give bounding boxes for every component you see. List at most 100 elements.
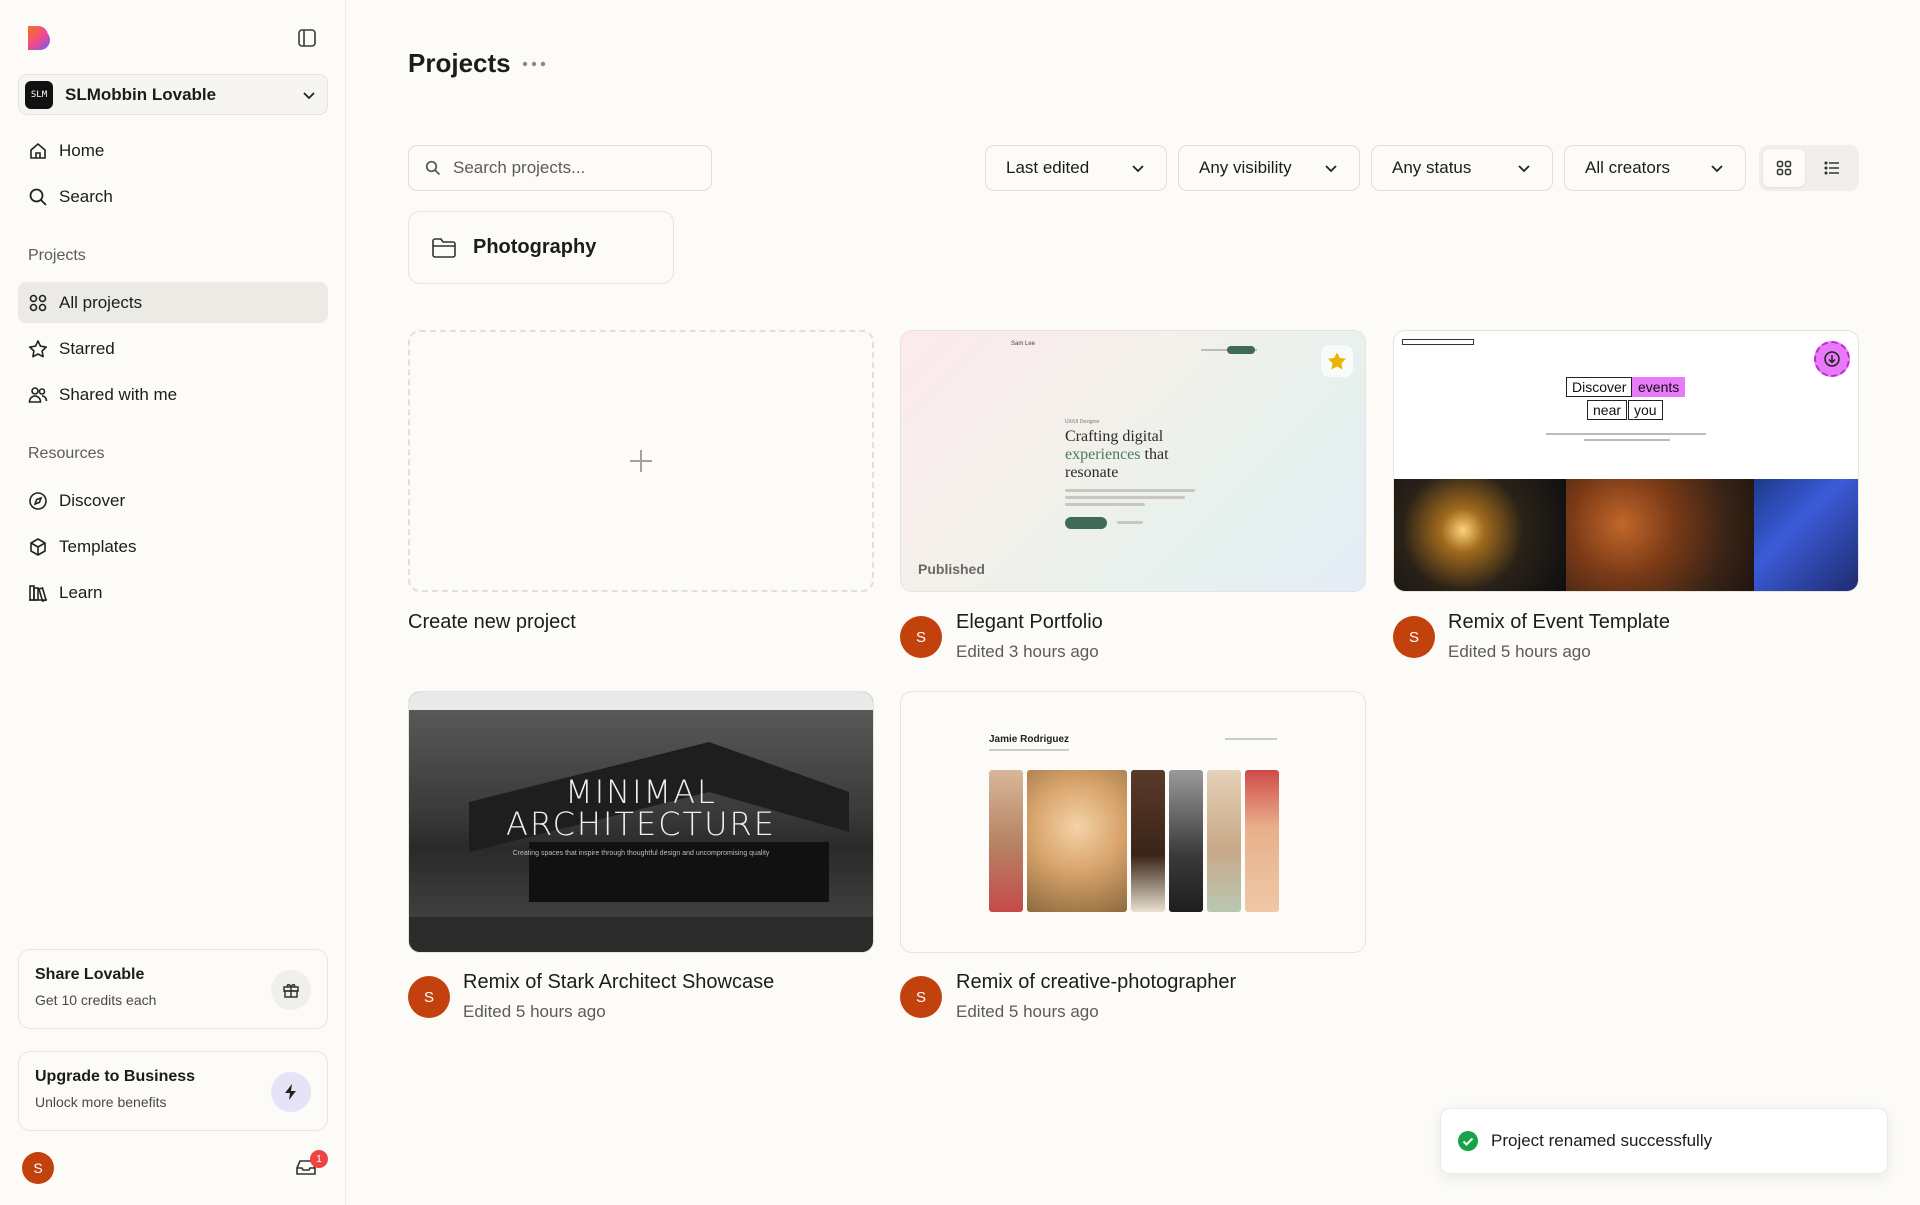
project-thumbnail-stark-architect[interactable]: MINIMAL ARCHITECTURE Creating spaces tha… — [408, 691, 874, 953]
preview-portrait — [1169, 770, 1203, 912]
workspace-switcher[interactable]: SLM SLMobbin Lovable — [18, 74, 328, 115]
plus-icon — [630, 450, 652, 472]
preview-photo-concert — [1394, 479, 1566, 591]
search-icon — [425, 160, 441, 176]
creators-dropdown[interactable]: All creators — [1564, 145, 1746, 191]
chevron-down-icon — [1711, 165, 1723, 173]
preview-architecture-sub: Creating spaces that inspire through tho… — [512, 850, 770, 857]
more-options-icon[interactable] — [520, 52, 548, 76]
nav-discover[interactable]: Discover — [18, 480, 328, 521]
project-title[interactable]: Remix of creative-photographer — [956, 971, 1236, 994]
preview-photographer-name: Jamie Rodriguez — [989, 734, 1070, 745]
check-circle-icon — [1458, 1131, 1478, 1151]
nav-home-label: Home — [59, 140, 105, 160]
project-title[interactable]: Elegant Portfolio — [956, 611, 1103, 634]
folder-label: Photography — [473, 236, 597, 258]
nav-templates[interactable]: Templates — [18, 526, 328, 567]
workspace-name: SLMobbin Lovable — [65, 84, 217, 104]
status-dropdown[interactable]: Any status — [1371, 145, 1553, 191]
folder-photography[interactable]: Photography — [408, 211, 674, 284]
nav-learn-label: Learn — [59, 582, 103, 602]
preview-architecture-title: MINIMAL ARCHITECTURE — [409, 776, 873, 840]
search-projects[interactable] — [408, 145, 712, 191]
preview-word-1: Discover — [1566, 377, 1633, 397]
nav-home[interactable]: Home — [18, 130, 328, 171]
cube-icon — [27, 536, 49, 558]
nav-all-projects[interactable]: All projects — [18, 282, 328, 323]
sidebar-toggle-icon[interactable] — [296, 27, 318, 49]
nav-shared-label: Shared with me — [59, 384, 178, 404]
search-input[interactable] — [453, 158, 693, 178]
preview-eyebrow: UX/UI Designer — [1065, 419, 1100, 425]
upgrade-title: Upgrade to Business — [35, 1068, 196, 1085]
creator-avatar: S — [900, 976, 942, 1018]
nav-templates-label: Templates — [59, 536, 137, 556]
nav-learn[interactable]: Learn — [18, 572, 328, 613]
project-title[interactable]: Remix of Event Template — [1448, 611, 1670, 634]
preview-portrait — [1131, 770, 1165, 912]
preview-photo-abstract — [1754, 479, 1858, 591]
nav-all-projects-label: All projects — [59, 292, 143, 312]
gift-icon[interactable] — [271, 970, 311, 1010]
share-lovable-card[interactable]: Share Lovable Get 10 credits each — [18, 949, 328, 1029]
preview-photo-food — [1566, 479, 1754, 591]
project-thumbnail-creative-photographer[interactable]: Jamie Rodriguez — [900, 691, 1366, 953]
chevron-down-icon — [1132, 165, 1144, 173]
preview-nav: Sam Lee — [1011, 341, 1257, 354]
project-edited: Edited 3 hours ago — [956, 642, 1099, 661]
page-title: Projects — [408, 48, 511, 78]
preview-word-3: near — [1587, 400, 1628, 420]
user-avatar[interactable]: S — [22, 1152, 54, 1184]
preview-headline-3: resonate — [1065, 464, 1119, 481]
resources-section-heading: Resources — [28, 445, 105, 462]
download-icon[interactable] — [1814, 341, 1850, 377]
project-edited: Edited 5 hours ago — [1448, 642, 1591, 661]
home-icon — [27, 140, 49, 162]
workspace-avatar: SLM — [25, 80, 53, 109]
projects-section-heading: Projects — [28, 247, 86, 264]
share-title: Share Lovable — [35, 966, 145, 983]
lightning-icon[interactable] — [271, 1072, 311, 1112]
compass-icon — [27, 490, 49, 512]
project-edited: Edited 5 hours ago — [956, 1002, 1099, 1021]
lovable-logo[interactable] — [24, 24, 52, 52]
project-thumbnail-elegant-portfolio[interactable]: Sam Lee UX/UI Designer Crafting digital … — [900, 330, 1366, 592]
visibility-dropdown[interactable]: Any visibility — [1178, 145, 1360, 191]
upgrade-card[interactable]: Upgrade to Business Unlock more benefits — [18, 1051, 328, 1131]
create-new-project-label[interactable]: Create new project — [408, 611, 576, 634]
chevron-down-icon — [1518, 165, 1530, 173]
view-toggle — [1759, 145, 1859, 191]
star-icon — [27, 338, 49, 360]
grid-view-button[interactable] — [1763, 149, 1805, 187]
grid-icon — [27, 292, 49, 314]
creators-dropdown-label: All creators — [1585, 158, 1671, 177]
visibility-dropdown-label: Any visibility — [1199, 158, 1292, 177]
books-icon — [27, 582, 49, 604]
preview-headline-1: Crafting digital — [1065, 428, 1164, 445]
preview-headline-em: experiences — [1065, 446, 1141, 463]
project-thumbnail-event-template[interactable]: Discover events near you — [1393, 330, 1859, 592]
nav-search-label: Search — [59, 186, 113, 206]
inbox-count-badge: 1 — [310, 1150, 328, 1168]
project-title[interactable]: Remix of Stark Architect Showcase — [463, 971, 774, 994]
nav-search[interactable]: Search — [18, 176, 328, 217]
upgrade-subtitle: Unlock more benefits — [35, 1094, 167, 1110]
nav-discover-label: Discover — [59, 490, 126, 510]
preview-brand: Sam Lee — [1011, 341, 1036, 347]
sidebar: SLM SLMobbin Lovable Home Search Project… — [0, 0, 346, 1205]
preview-word-4: you — [1628, 400, 1663, 420]
toast-message: Project renamed successfully — [1491, 1131, 1713, 1150]
star-icon[interactable] — [1321, 345, 1353, 377]
nav-starred[interactable]: Starred — [18, 328, 328, 369]
users-icon — [27, 384, 49, 406]
sort-dropdown[interactable]: Last edited — [985, 145, 1167, 191]
preview-portrait — [989, 770, 1023, 912]
creator-avatar: S — [1393, 616, 1435, 658]
nav-shared-with-me[interactable]: Shared with me — [18, 374, 328, 415]
preview-headline-2: that — [1144, 446, 1169, 463]
create-new-project-tile[interactable] — [408, 330, 874, 592]
nav-starred-label: Starred — [59, 338, 115, 358]
folder-icon — [432, 237, 456, 258]
preview-portrait — [1207, 770, 1241, 912]
list-view-button[interactable] — [1811, 149, 1853, 187]
